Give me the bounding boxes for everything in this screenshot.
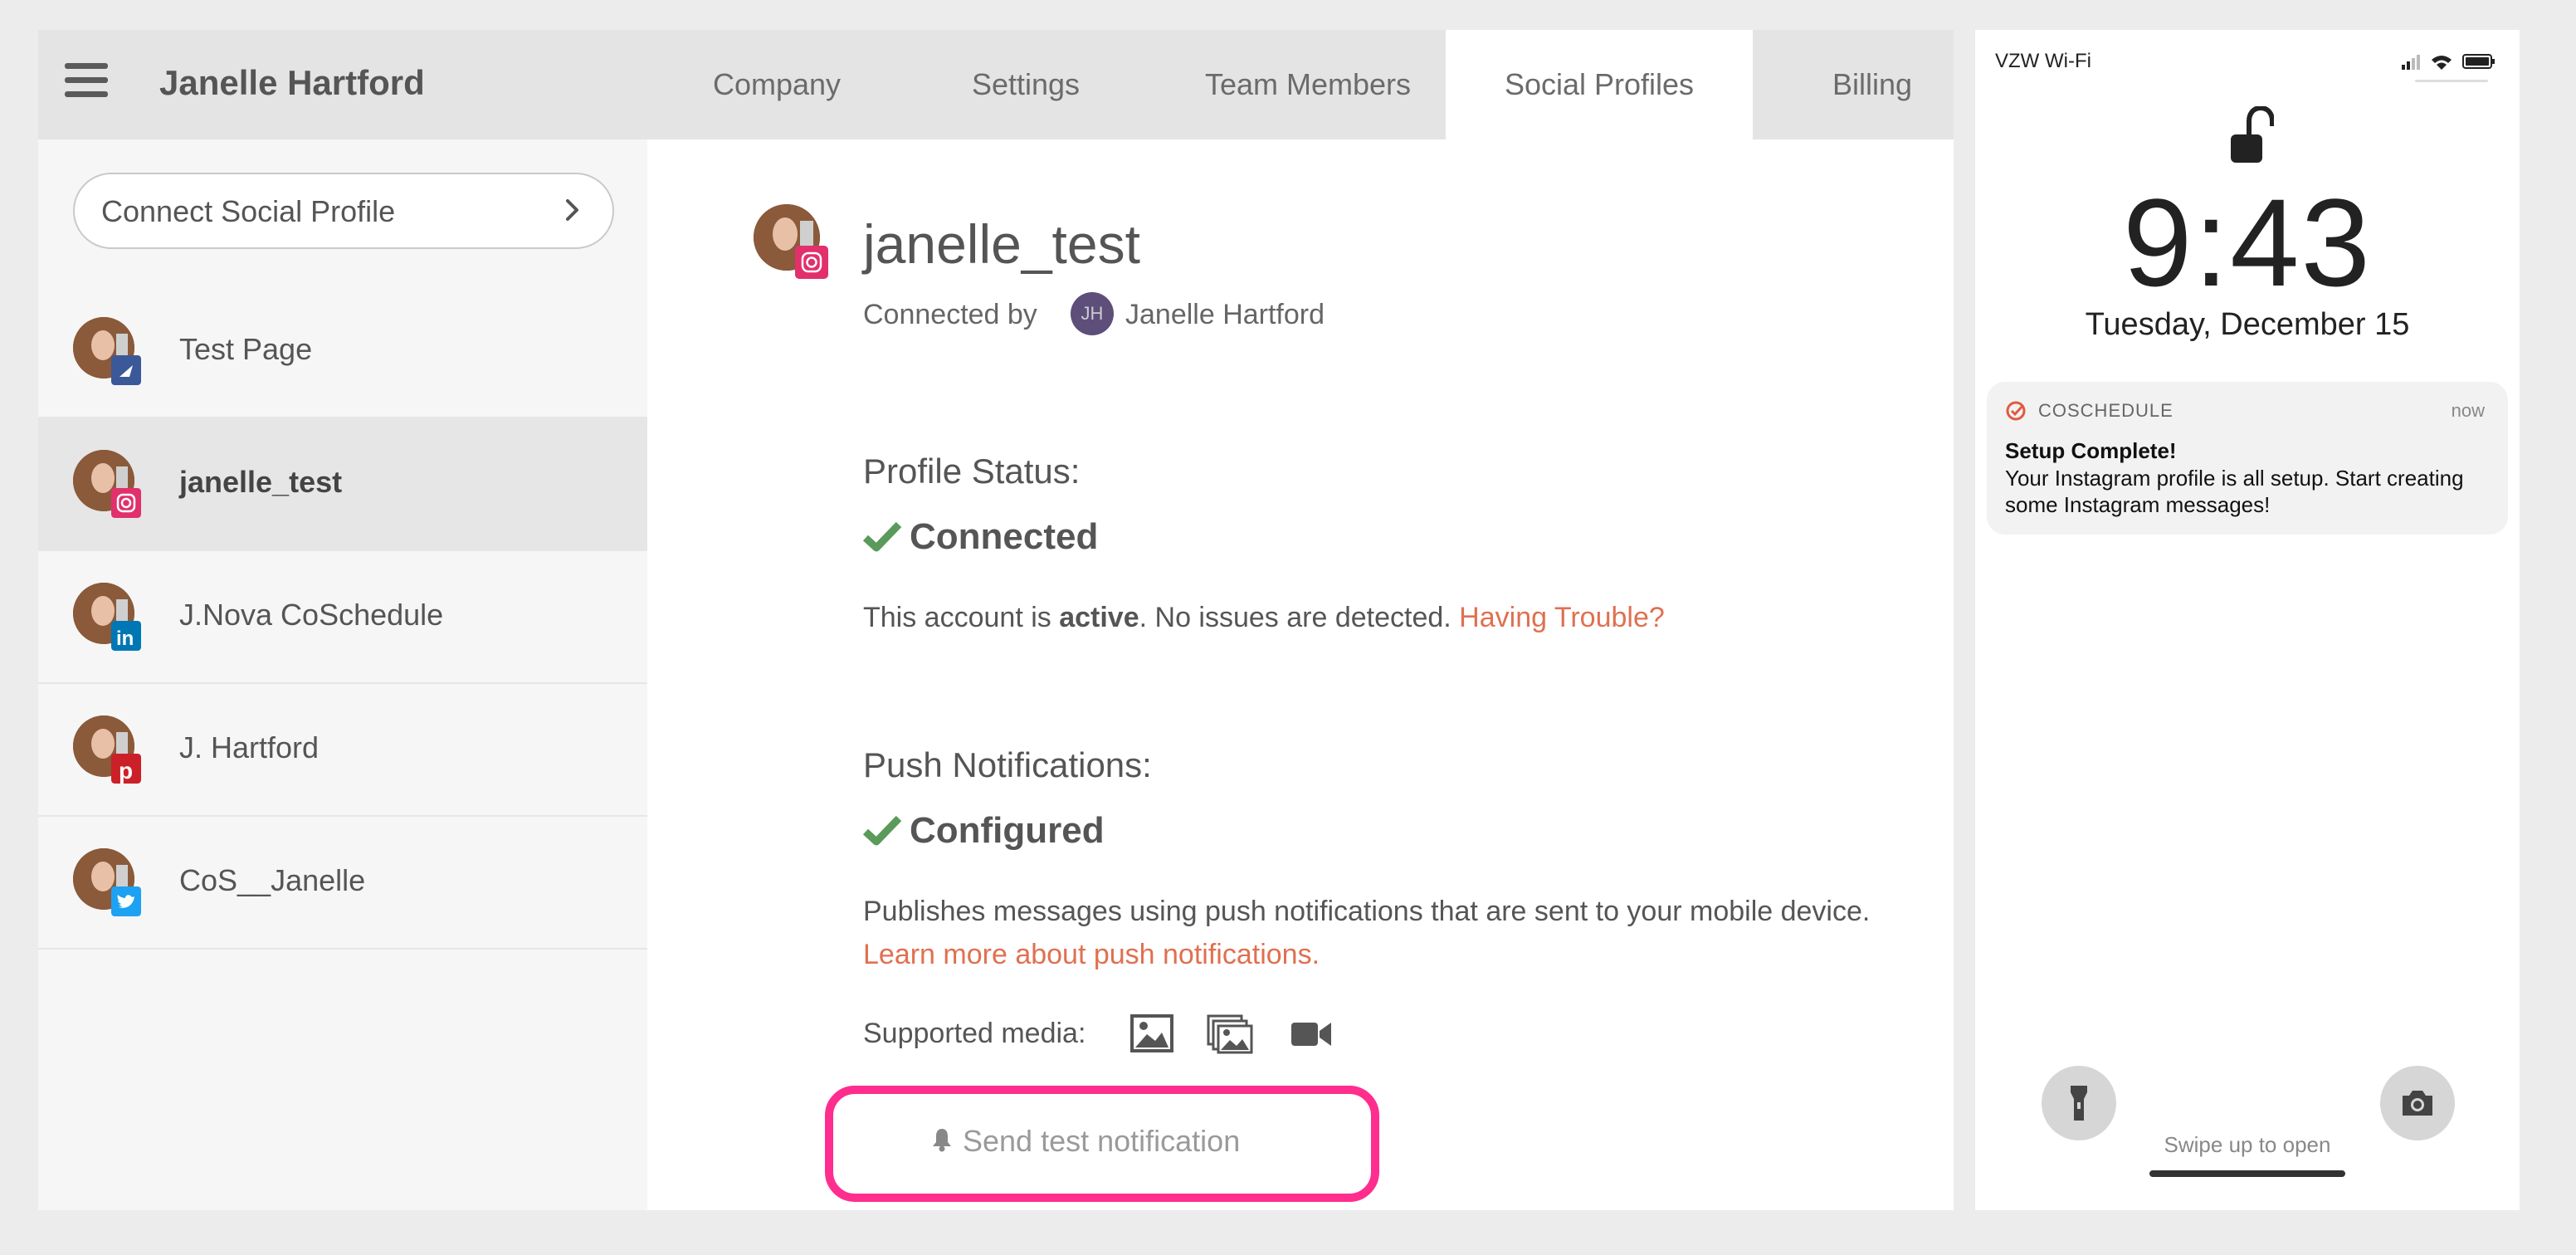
svg-text:in: in bbox=[116, 628, 134, 650]
supported-media-row: Supported media: bbox=[863, 1014, 1444, 1056]
checkmark-icon bbox=[863, 521, 901, 552]
tab-billing[interactable]: Billing bbox=[1789, 30, 1954, 139]
push-status-value: Configured bbox=[910, 810, 1105, 851]
multi-image-icon bbox=[1207, 1014, 1253, 1054]
status-bar-icons bbox=[2402, 54, 2495, 70]
chevron-right-icon bbox=[566, 199, 578, 221]
camera-button[interactable] bbox=[2380, 1066, 2455, 1140]
profile-status-value: Connected bbox=[910, 516, 1099, 557]
sidebar-item-janelle-test[interactable]: janelle_test bbox=[38, 418, 647, 551]
tab-company[interactable]: Company bbox=[694, 30, 860, 139]
swipe-up-hint: Swipe up to open bbox=[2164, 1132, 2331, 1157]
carrier-label: VZW Wi-Fi bbox=[1995, 50, 2091, 72]
connected-by-label: Connected by bbox=[863, 299, 1037, 330]
push-notification-card[interactable]: COSCHEDULE now Setup Complete! Your Inst… bbox=[1987, 382, 2508, 535]
notification-title: Setup Complete! bbox=[2005, 438, 2177, 463]
profile-status-heading: Profile Status: bbox=[863, 452, 1081, 491]
notification-body: Your Instagram profile is all setup. Sta… bbox=[2005, 466, 2464, 517]
status-indicator-line bbox=[2415, 80, 2488, 82]
avatar: in bbox=[73, 583, 141, 651]
app-window: Janelle Hartford Company Settings Team M… bbox=[38, 30, 1954, 1210]
sidebar-item-label: janelle_test bbox=[179, 465, 343, 499]
send-test-notification-button[interactable]: Send test notification bbox=[825, 1086, 1379, 1202]
profile-avatar bbox=[754, 204, 830, 281]
status-text: This account is bbox=[863, 602, 1060, 633]
image-icon bbox=[1130, 1014, 1173, 1052]
hamburger-menu-icon[interactable] bbox=[65, 63, 108, 101]
phone-lock-screen: VZW Wi-Fi 9:43 Tuesday, December 15 COSC… bbox=[1975, 30, 2520, 1210]
flashlight-icon bbox=[2071, 1086, 2087, 1121]
sidebar-item-jnova-coschedule[interactable]: in J.Nova CoSchedule bbox=[38, 551, 647, 684]
tab-social-profiles[interactable]: Social Profiles bbox=[1446, 30, 1753, 139]
facebook-badge-icon bbox=[111, 355, 141, 385]
status-active-text: active bbox=[1059, 602, 1139, 633]
avatar bbox=[73, 317, 141, 385]
sidebar-item-label: J. Hartford bbox=[179, 730, 320, 764]
instagram-badge-icon bbox=[111, 488, 141, 518]
avatar bbox=[73, 450, 141, 518]
push-notifications-text: Publishes messages using push notificati… bbox=[863, 890, 1892, 976]
sidebar-item-label: CoS__Janelle bbox=[179, 863, 366, 897]
pinterest-badge-icon: p bbox=[111, 754, 141, 784]
account-title: Janelle Hartford bbox=[159, 63, 425, 102]
unlocked-lock-icon bbox=[2231, 106, 2274, 163]
linkedin-badge-icon: in bbox=[111, 621, 141, 651]
sidebar-item-label: J.Nova CoSchedule bbox=[179, 598, 444, 632]
checkmark-icon bbox=[863, 815, 901, 846]
home-indicator-bar[interactable] bbox=[2149, 1170, 2345, 1177]
connected-user-name: Janelle Hartford bbox=[1125, 299, 1325, 330]
sidebar-item-j-hartford[interactable]: p J. Hartford bbox=[38, 684, 647, 817]
svg-text:p: p bbox=[119, 758, 133, 784]
top-bar: Janelle Hartford Company Settings Team M… bbox=[38, 30, 1954, 139]
status-text: . No issues are detected. bbox=[1139, 602, 1460, 633]
learn-more-push-link[interactable]: Learn more about push notifications. bbox=[863, 939, 1320, 970]
sidebar-item-test-page[interactable]: Test Page bbox=[38, 286, 647, 418]
having-trouble-link[interactable]: Having Trouble? bbox=[1459, 602, 1665, 633]
tab-team-members[interactable]: Team Members bbox=[1167, 30, 1449, 139]
sidebar-item-label: Test Page bbox=[179, 332, 313, 366]
camera-icon bbox=[2403, 1091, 2432, 1116]
avatar: p bbox=[73, 715, 141, 784]
connect-social-profile-button[interactable]: Connect Social Profile bbox=[73, 173, 614, 249]
lock-screen-time: 9:43 bbox=[2123, 173, 2372, 312]
avatar bbox=[73, 848, 141, 916]
notification-time: now bbox=[2451, 400, 2485, 421]
supported-media-label: Supported media: bbox=[863, 1018, 1086, 1049]
instagram-badge-icon bbox=[795, 246, 828, 279]
push-text: Publishes messages using push notificati… bbox=[863, 896, 1871, 927]
bell-icon bbox=[933, 1129, 951, 1152]
profile-detail-panel: janelle_test Connected by JH Janelle Har… bbox=[647, 139, 1954, 1210]
notification-app-name: COSCHEDULE bbox=[2038, 400, 2174, 421]
send-test-notification-label: Send test notification bbox=[963, 1124, 1241, 1158]
tab-settings[interactable]: Settings bbox=[943, 30, 1109, 139]
profile-name: janelle_test bbox=[863, 213, 1140, 275]
sidebar: Connect Social Profile Test Page janelle… bbox=[38, 139, 647, 1210]
video-icon bbox=[1291, 1023, 1331, 1046]
lock-screen-date: Tuesday, December 15 bbox=[2085, 307, 2410, 342]
coschedule-logo-icon bbox=[2006, 401, 2026, 421]
flashlight-button[interactable] bbox=[2042, 1066, 2116, 1140]
twitter-badge-icon bbox=[111, 886, 141, 916]
profile-status-text: This account is active. No issues are de… bbox=[863, 596, 1892, 639]
sidebar-item-cos-janelle[interactable]: CoS__Janelle bbox=[38, 817, 647, 950]
push-notifications-heading: Push Notifications: bbox=[863, 745, 1152, 784]
user-initials-avatar: JH bbox=[1071, 292, 1114, 335]
connect-social-profile-label: Connect Social Profile bbox=[101, 194, 396, 228]
